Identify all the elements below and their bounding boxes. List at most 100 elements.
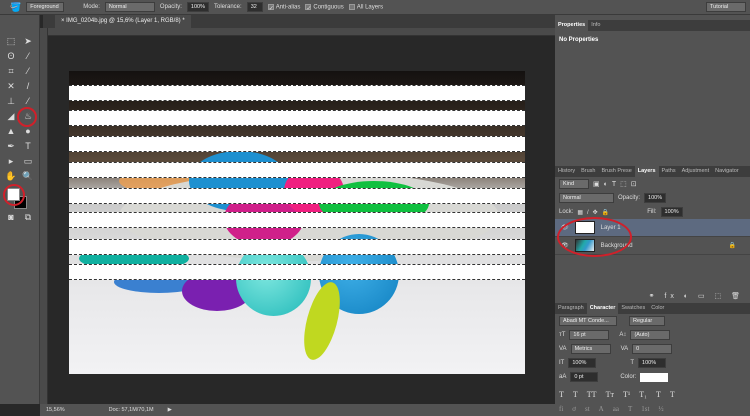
white-stripe-selection [69,188,525,204]
tolerance-input[interactable]: 32 [246,2,263,12]
text-style-button[interactable]: T₁ [639,390,647,399]
white-stripe-selection [69,110,525,126]
status-menu-arrow-icon[interactable]: ▶ [168,407,172,413]
text-style-button[interactable]: T [559,390,564,399]
tab-history[interactable]: History [555,166,578,177]
brush-icon[interactable]: / [22,80,34,92]
zoom-level[interactable]: 15,56% [46,407,65,413]
color-label: Color: [620,374,637,380]
rectangle-icon[interactable]: ▭ [22,155,34,167]
kerning-icon: VA [559,346,567,352]
tab-properties[interactable]: Properties [555,20,589,31]
tab-brush[interactable]: Brush [578,166,598,177]
all-layers-checkbox[interactable]: All Layers [348,3,383,10]
tab-swatches[interactable]: Swatches [618,303,648,314]
opentype-button[interactable]: A [599,405,604,413]
stamp-icon[interactable]: ⊥ [5,95,17,107]
lock-icons[interactable]: ▦/✥🔒 [577,209,613,216]
opentype-button[interactable]: 1st [641,405,649,413]
horizontal-scale-icon: T [630,360,635,366]
text-style-button[interactable]: T [656,390,661,399]
text-style-button[interactable]: T [573,390,578,399]
history-brush-icon[interactable]: ⁄ [22,95,34,107]
tab-navigator[interactable]: Navigator [712,166,742,177]
text-color-swatch[interactable] [640,372,669,382]
type-icon[interactable]: T [22,140,34,152]
screen-mode-icon[interactable]: ⧉ [22,211,34,223]
path-select-icon[interactable]: ▸ [5,155,17,167]
blend-mode-select[interactable]: Normal [559,193,614,203]
move-icon[interactable]: ➤ [22,35,34,47]
text-style-button[interactable]: TT [587,390,597,399]
mode-select[interactable]: Normal [104,2,155,12]
font-family-select[interactable]: Abadi MT Conde... [559,316,617,326]
blur-icon[interactable]: ▲ [5,125,17,137]
vertical-scale-icon: IT [559,360,565,366]
tab-paths[interactable]: Paths [659,166,679,177]
leading-icon: A↕ [619,332,627,338]
pen-icon[interactable]: ✒ [5,140,17,152]
opentype-button[interactable]: ½ [658,405,663,413]
anti-alias-checkbox[interactable]: ✓ Anti-alias [267,3,301,12]
opentype-button[interactable]: ơ [572,405,576,413]
healing-icon[interactable]: ✕ [5,80,17,92]
fill-input[interactable]: 100% [660,207,683,217]
quick-select-icon[interactable]: ⁄ [22,50,34,62]
lock-label: Lock: [559,209,574,215]
workspace-select[interactable]: Tutorial [706,2,746,12]
text-style-button[interactable]: T [670,390,675,399]
horizontal-ruler [48,28,555,36]
contiguous-checkbox[interactable]: ✓ Contiguous [305,3,344,12]
paint-bucket-icon[interactable]: 🪣 [10,2,21,13]
opentype-button[interactable]: fi [559,405,563,413]
font-size-input[interactable]: 16 pt [569,330,610,340]
eyedropper-icon[interactable]: ⁄ [22,65,34,77]
opentype-button[interactable]: aa [613,405,619,413]
tab-brush-presets[interactable]: Brush Prese [599,166,635,177]
document-tab-bar: × IMG_0204b.jpg @ 15,6% (Layer 1, RGB/8)… [43,15,555,28]
zoom-icon[interactable]: 🔍 [22,170,34,182]
filter-icons[interactable]: ▣◐T⬚⊡ [593,180,641,188]
kerning-input[interactable]: Metrics [570,344,611,354]
baseline-shift-input[interactable]: 0 pt [570,372,599,382]
marquee-icon[interactable]: ⬚ [5,35,17,47]
layer-filter-select[interactable]: Kind [559,179,589,189]
layer-opacity-input[interactable]: 100% [644,193,667,203]
document-tab[interactable]: × IMG_0204b.jpg @ 15,6% (Layer 1, RGB/8)… [55,15,191,28]
tab-paragraph[interactable]: Paragraph [555,303,587,314]
white-stripe-selection [69,264,525,280]
layer-actions-icons[interactable]: ⚭ fx ◐ ▭ ⬚ 🗑 [649,292,744,300]
anti-alias-label: Anti-alias [275,4,301,11]
white-stripe-selection [69,239,525,255]
vertical-ruler [40,28,48,404]
document-tab-title: IMG_0204b.jpg @ 15,6% (Layer 1, RGB/8) * [66,18,185,24]
document-canvas[interactable] [69,71,525,374]
tab-color[interactable]: Color [648,303,667,314]
text-style-button[interactable]: Tт [606,390,614,399]
mode-label: Mode: [83,4,100,10]
opacity-input[interactable]: 100% [186,2,209,12]
tracking-input[interactable]: 0 [632,344,673,354]
white-stripe-selection [69,212,525,228]
fill-source-select[interactable]: Foreground [26,2,65,12]
vertical-scale-input[interactable]: 100% [568,358,597,368]
opentype-button[interactable]: st [585,405,590,413]
tab-adjustments[interactable]: Adjustment [679,166,713,177]
lasso-icon[interactable]: ʘ [5,50,17,62]
eraser-icon[interactable]: ◢ [5,110,17,122]
font-size-icon: тT [559,332,566,338]
text-style-button[interactable]: T¹ [623,390,630,399]
font-style-select[interactable]: Regular [629,316,665,326]
tracking-icon: VA [620,346,629,352]
quick-mask-icon[interactable]: ◙ [5,211,17,223]
opentype-button[interactable]: T [628,405,632,413]
tab-layers[interactable]: Layers [634,166,659,177]
horizontal-scale-input[interactable]: 100% [638,358,667,368]
tab-info[interactable]: Info [588,20,603,31]
status-bar: 15,56% Doc: 57,1M/70,1M ▶ [40,404,555,416]
tolerance-label: Tolerance: [214,4,242,10]
tab-character[interactable]: Character [586,303,619,314]
leading-input[interactable]: (Auto) [630,330,671,340]
crop-icon[interactable]: ⌗ [5,65,17,77]
hand-icon[interactable]: ✋ [5,170,17,182]
